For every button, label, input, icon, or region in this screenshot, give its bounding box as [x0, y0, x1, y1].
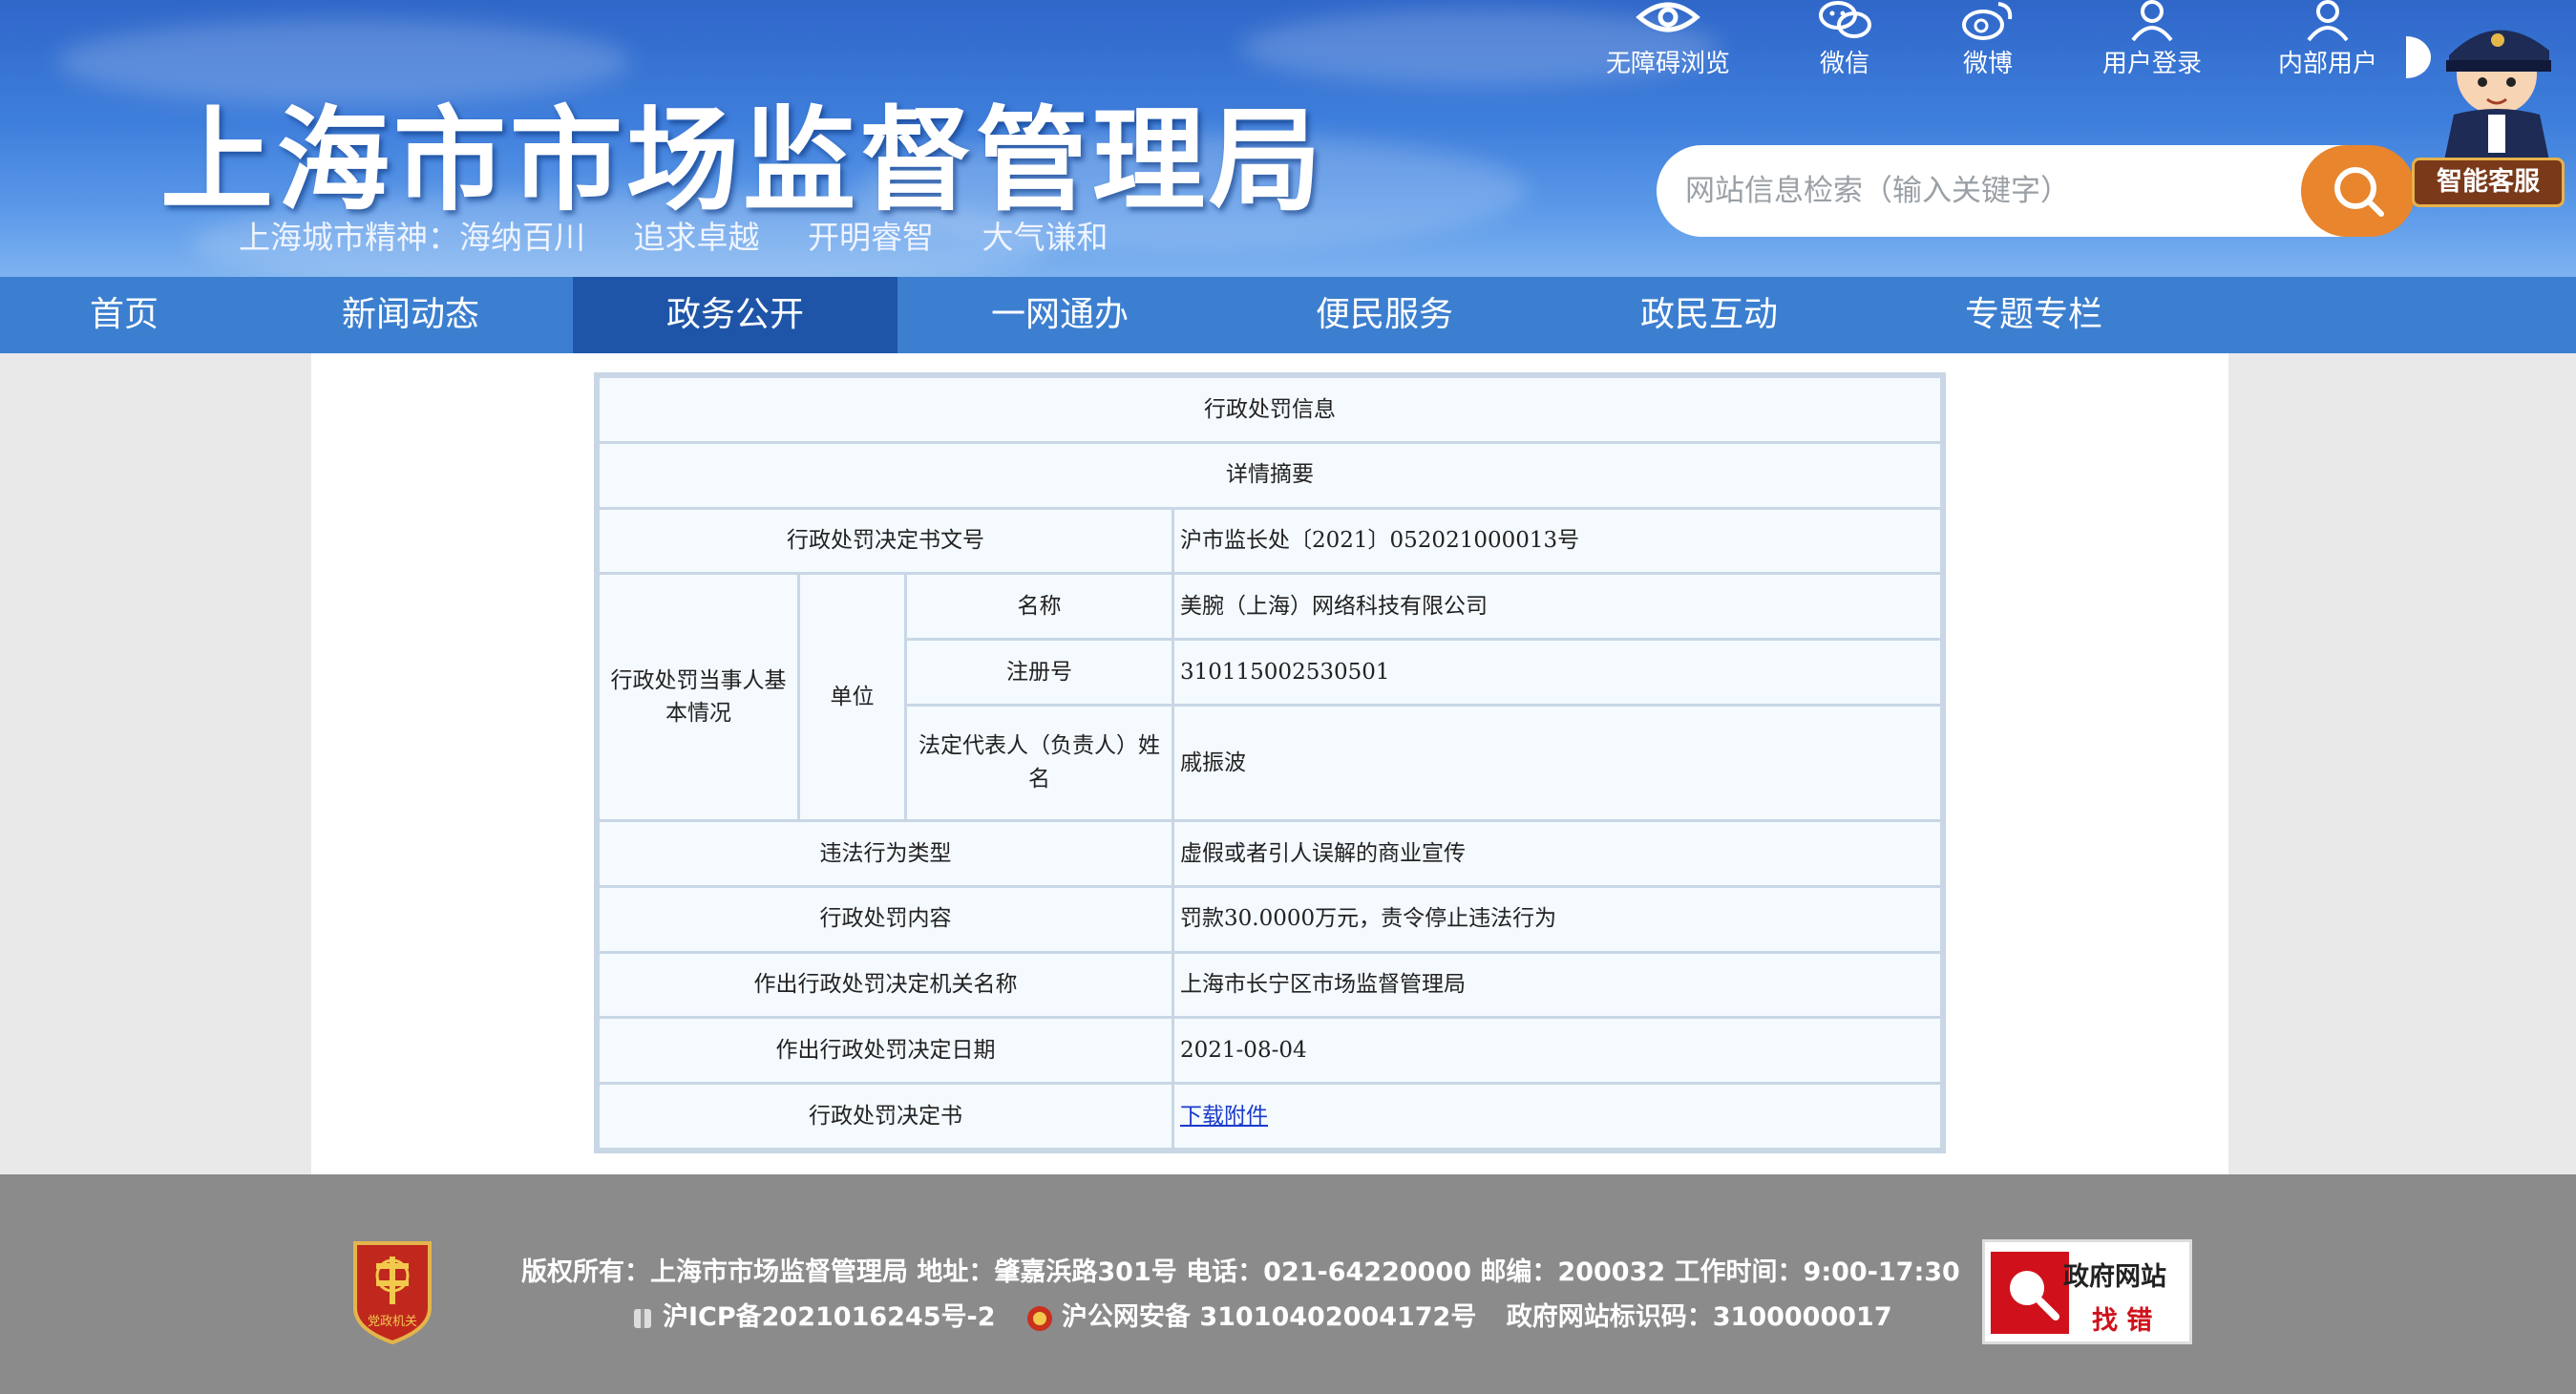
table-row: 作出行政处罚决定机关名称 上海市长宁区市场监督管理局	[597, 950, 1943, 1020]
user-login-link[interactable]: 用户登录	[2066, 0, 2238, 78]
registration-number-value: 310115002530501	[1172, 638, 1943, 707]
icp-record[interactable]: 沪ICP备2021016245号-2	[630, 1302, 1004, 1332]
table-title: 行政处罚信息	[597, 375, 1943, 444]
authority-value: 上海市长宁区市场监督管理局	[1172, 950, 1943, 1020]
user-icon	[2307, 0, 2349, 42]
icp-icon	[634, 1308, 651, 1328]
report-error-line1: 政府网站	[2063, 1262, 2166, 1292]
table-subtitle: 详情摘要	[597, 440, 1943, 510]
field-label: 名称	[904, 572, 1174, 642]
table-row: 行政处罚信息	[597, 375, 1943, 444]
site-id: 政府网站标识码：3100000017	[1506, 1302, 1892, 1332]
search-input[interactable]	[1685, 166, 2296, 216]
site-header: 上海市市场监督管理局 上海城市精神：海纳百川 追求卓越 开明睿智 大气谦和 无障…	[0, 0, 2576, 277]
nav-item-home[interactable]: 首页	[0, 277, 248, 353]
table-row: 行政处罚决定书文号 沪市监长处〔2021〕052021000013号	[597, 506, 1943, 576]
weibo-link[interactable]: 微博	[1902, 0, 2074, 78]
smart-service-button[interactable]: 智能客服	[2412, 158, 2565, 207]
decision-document-cell: 下载附件	[1172, 1082, 1943, 1151]
police-text: 沪公网安备 31010402004172号	[1061, 1302, 1477, 1332]
violation-type-value: 虚假或者引人误解的商业宣传	[1172, 818, 1943, 888]
field-label: 行政处罚当事人基本情况	[597, 572, 800, 822]
field-label: 单位	[797, 572, 907, 822]
icp-text: 沪ICP备2021016245号-2	[663, 1302, 996, 1332]
report-error-line2: 找 错	[2092, 1306, 2153, 1336]
eye-icon	[1636, 2, 1700, 32]
field-label: 法定代表人（负责人）姓名	[904, 703, 1174, 822]
nav-item-public-service[interactable]: 便民服务	[1222, 277, 1547, 353]
site-search-box	[1657, 145, 2411, 237]
report-error-button[interactable]: 政府网站 找 错	[1982, 1239, 2192, 1344]
police-record[interactable]: 沪公网安备 31010402004172号	[1025, 1302, 1486, 1332]
penalty-content-value: 罚款30.0000万元，责令停止违法行为	[1172, 884, 1943, 954]
field-label: 注册号	[904, 638, 1174, 707]
police-badge-icon	[1026, 1305, 1052, 1331]
tool-label: 无障碍浏览	[1605, 50, 1730, 78]
field-label: 作出行政处罚决定日期	[597, 1016, 1174, 1086]
field-label: 行政处罚决定书文号	[597, 506, 1174, 576]
nav-item-topics[interactable]: 专题专栏	[1871, 277, 2196, 353]
slogan-part: 上海城市精神：海纳百川	[239, 219, 585, 256]
table-row: 行政处罚决定书 下载附件	[597, 1082, 1943, 1151]
table-row: 违法行为类型 虚假或者引人误解的商业宣传	[597, 818, 1943, 888]
tool-label: 微博	[1962, 50, 2013, 78]
tool-label: 内部用户	[2277, 50, 2377, 78]
main-nav: 首页 新闻动态 政务公开 一网通办 便民服务 政民互动 专题专栏	[0, 277, 2576, 353]
doc-number-value: 沪市监长处〔2021〕052021000013号	[1172, 506, 1943, 576]
site-title[interactable]: 上海市市场监督管理局	[160, 69, 1325, 232]
footer-registration: 沪ICP备2021016245号-2 沪公网安备 31010402004172号…	[630, 1296, 1913, 1333]
legal-representative-value: 戚振波	[1172, 703, 1943, 822]
search-icon	[2334, 167, 2384, 217]
decision-date-value: 2021-08-04	[1172, 1016, 1943, 1086]
table-row: 作出行政处罚决定日期 2021-08-04	[597, 1016, 1943, 1086]
slogan-part: 追求卓越	[633, 219, 760, 256]
field-label: 行政处罚内容	[597, 884, 1174, 954]
weibo-icon	[1962, 2, 2013, 40]
field-label: 作出行政处罚决定机关名称	[597, 950, 1174, 1020]
slogan-part: 大气谦和	[982, 219, 1109, 256]
accessibility-link[interactable]: 无障碍浏览	[1582, 0, 1754, 78]
table-row: 行政处罚内容 罚款30.0000万元，责令停止违法行为	[597, 884, 1943, 954]
party-gov-badge-icon[interactable]: 党政机关	[348, 1237, 437, 1344]
download-attachment-link[interactable]: 下载附件	[1180, 1104, 1268, 1129]
tool-label: 用户登录	[2101, 50, 2202, 78]
table-row: 详情摘要	[597, 440, 1943, 510]
internal-user-link[interactable]: 内部用户	[2242, 0, 2414, 78]
table-row: 行政处罚当事人基本情况 单位 名称 美腕（上海）网络科技有限公司	[597, 572, 1943, 822]
magnifier-report-icon	[1991, 1252, 2069, 1334]
footer-copyright: 版权所有：上海市市场监督管理局 地址：肇嘉浜路301号 电话：021-64220…	[521, 1257, 1960, 1287]
city-spirit-slogan: 上海城市精神：海纳百川 追求卓越 开明睿智 大气谦和	[239, 212, 1147, 258]
user-icon	[2131, 0, 2173, 42]
nav-item-interaction[interactable]: 政民互动	[1547, 277, 1871, 353]
nav-item-news[interactable]: 新闻动态	[248, 277, 573, 353]
nav-item-online-service[interactable]: 一网通办	[897, 277, 1222, 353]
badge-text: 党政机关	[368, 1315, 417, 1329]
company-name-value: 美腕（上海）网络科技有限公司	[1172, 572, 1943, 642]
nav-item-gov-affairs[interactable]: 政务公开	[573, 277, 897, 353]
field-label: 行政处罚决定书	[597, 1082, 1174, 1151]
field-label: 违法行为类型	[597, 818, 1174, 888]
wechat-icon	[1819, 1, 1871, 38]
penalty-info-table: 行政处罚信息 详情摘要 行政处罚决定书文号 沪市监长处〔2021〕0520210…	[594, 372, 1946, 1153]
search-button[interactable]	[2301, 145, 2416, 237]
slogan-part: 开明睿智	[808, 219, 934, 256]
